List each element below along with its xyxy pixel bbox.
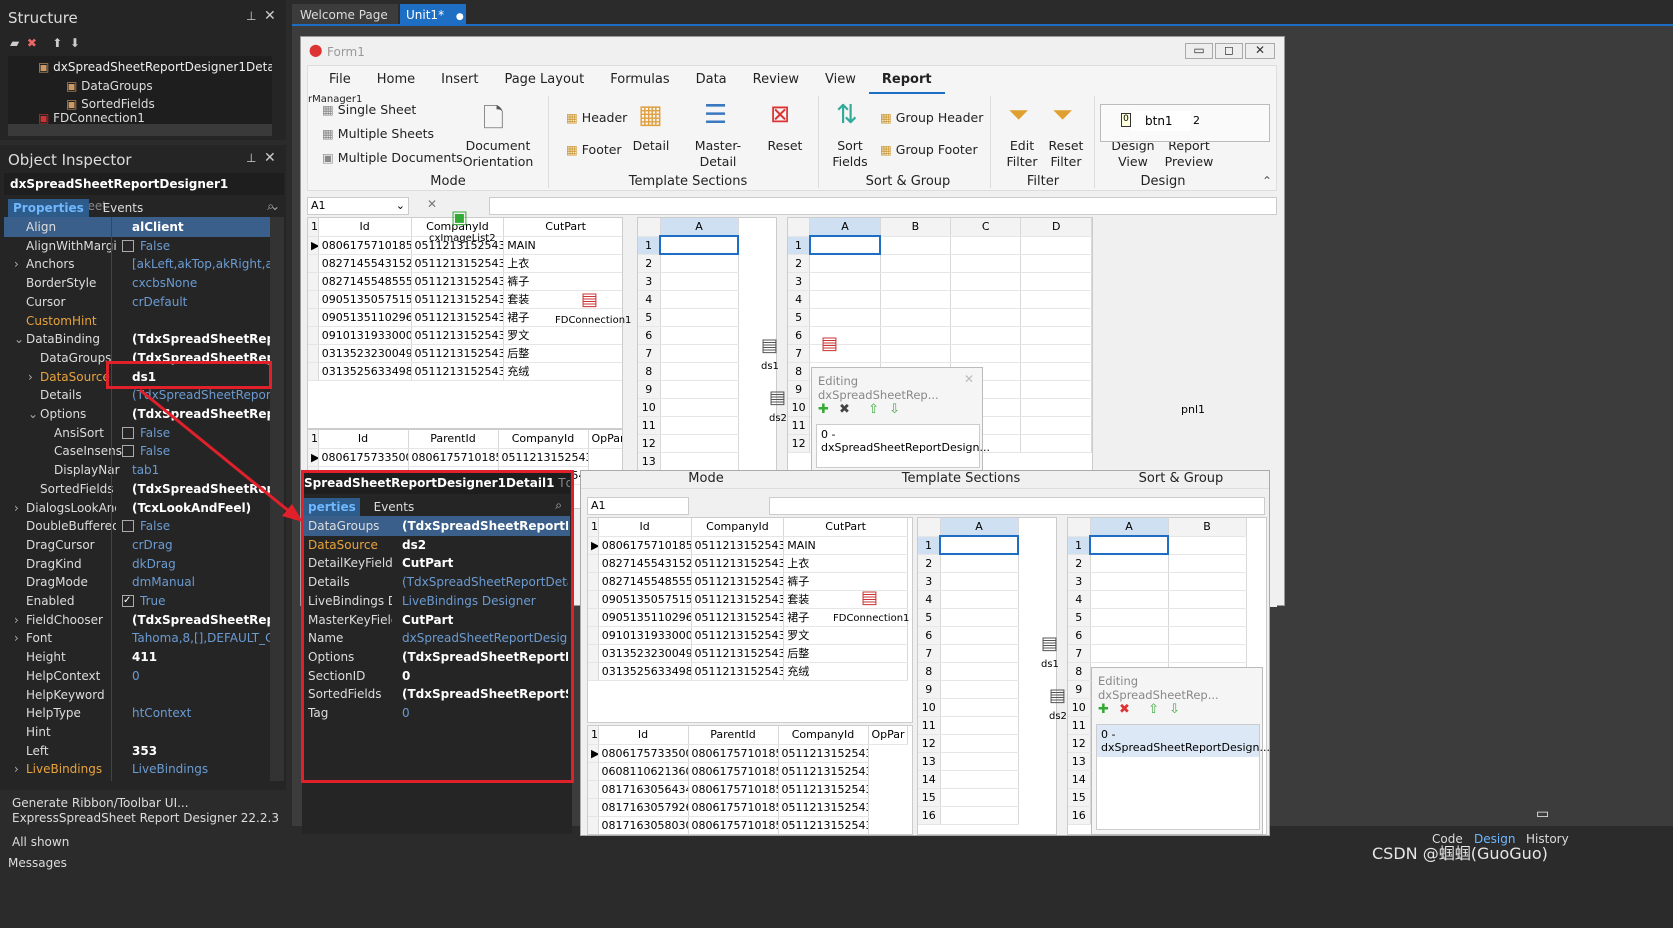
annotation-arrow [139,388,303,522]
arrow-line [139,388,291,514]
watermark: CSDN @蝈蝈(GuoGuo) [1372,844,1548,863]
monitor-icon[interactable]: ▭ [1536,806,1549,822]
